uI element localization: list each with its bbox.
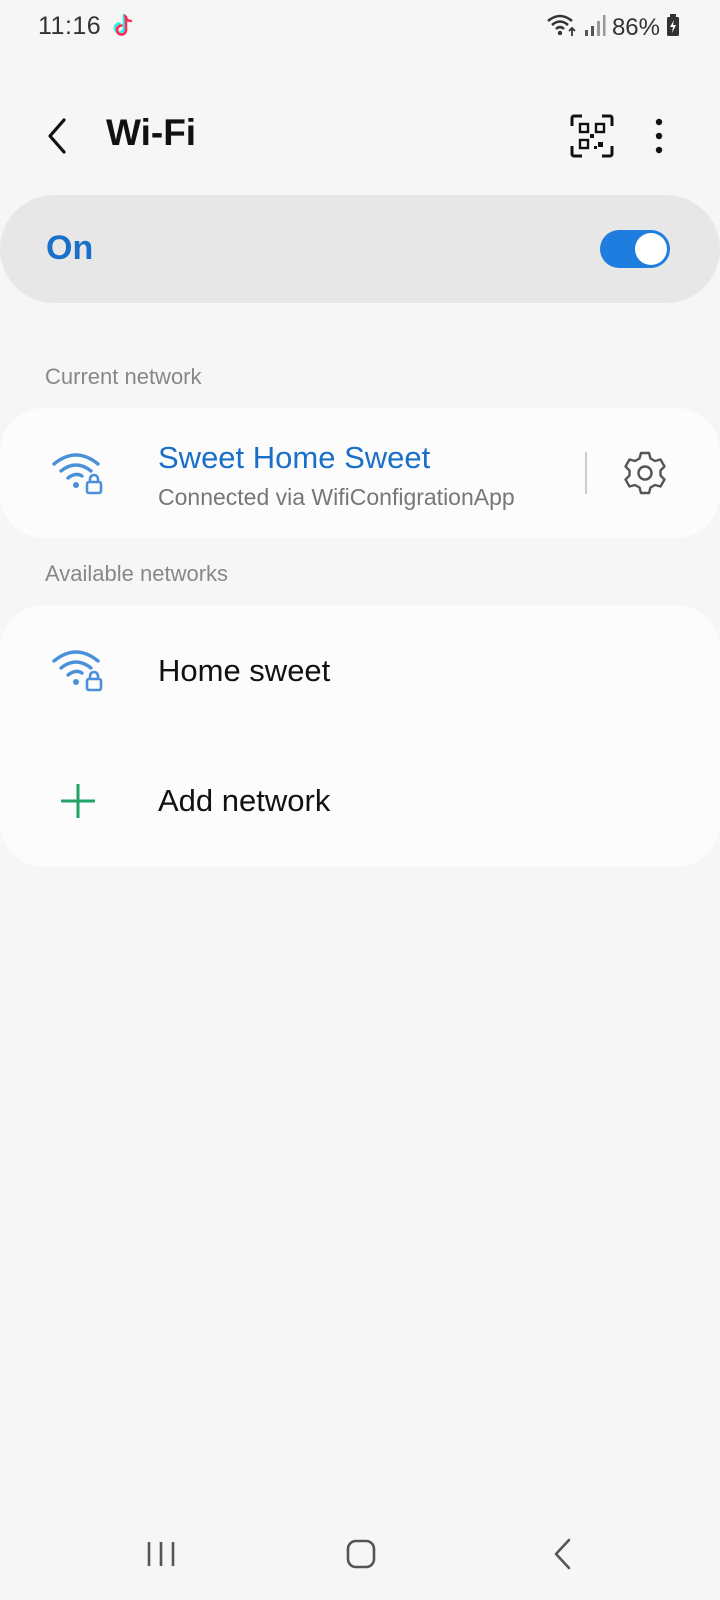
more-options-button[interactable] <box>640 112 678 160</box>
available-networks-card: Home sweet Add network <box>0 605 720 867</box>
qr-scan-button[interactable] <box>568 112 616 160</box>
current-network-card: Sweet Home Sweet Connected via WifiConfi… <box>0 408 720 538</box>
available-networks-header: Available networks <box>45 561 229 586</box>
network-name: Home sweet <box>158 653 331 688</box>
current-network-name[interactable]: Sweet Home Sweet <box>158 440 430 476</box>
nav-back-button[interactable] <box>552 1538 574 1570</box>
app-header: Wi-Fi <box>0 96 720 176</box>
network-settings-button[interactable] <box>622 450 668 496</box>
add-network-button[interactable]: Add network <box>0 735 720 867</box>
toggle-knob <box>635 233 667 265</box>
status-bar: 11:16 86% <box>0 0 720 54</box>
back-button[interactable] <box>36 110 80 162</box>
gear-icon <box>624 451 666 495</box>
status-icons: 86% <box>546 12 680 43</box>
wifi-signal-icon <box>546 12 578 43</box>
battery-percentage: 86% <box>611 13 660 41</box>
battery-charging-icon <box>666 13 680 42</box>
status-time: 11:16 <box>38 12 102 40</box>
network-list-item[interactable]: Home sweet <box>0 605 720 735</box>
current-network-status: Connected via WifiConfigrationApp <box>158 484 515 510</box>
home-icon <box>346 1539 376 1569</box>
chevron-left-icon <box>48 118 66 154</box>
home-button[interactable] <box>346 1539 376 1569</box>
tiktok-icon <box>110 12 138 40</box>
back-icon <box>554 1538 571 1570</box>
qr-scan-icon <box>570 114 614 158</box>
cellular-signal-icon <box>584 13 606 42</box>
page-title: Wi-Fi <box>106 112 197 153</box>
current-network-header: Current network <box>45 364 202 389</box>
wifi-toggle-switch[interactable] <box>600 230 670 268</box>
recents-icon <box>147 1542 175 1566</box>
system-nav-bar <box>0 1500 720 1600</box>
recents-button[interactable] <box>146 1540 176 1568</box>
add-network-label: Add network <box>158 783 331 818</box>
wifi-lock-icon <box>52 450 106 496</box>
plus-icon <box>58 781 98 821</box>
more-vertical-icon <box>655 118 663 154</box>
wifi-toggle-row[interactable]: On <box>0 195 720 303</box>
wifi-toggle-label: On <box>46 229 94 267</box>
wifi-lock-icon <box>52 647 106 693</box>
divider <box>585 452 587 494</box>
